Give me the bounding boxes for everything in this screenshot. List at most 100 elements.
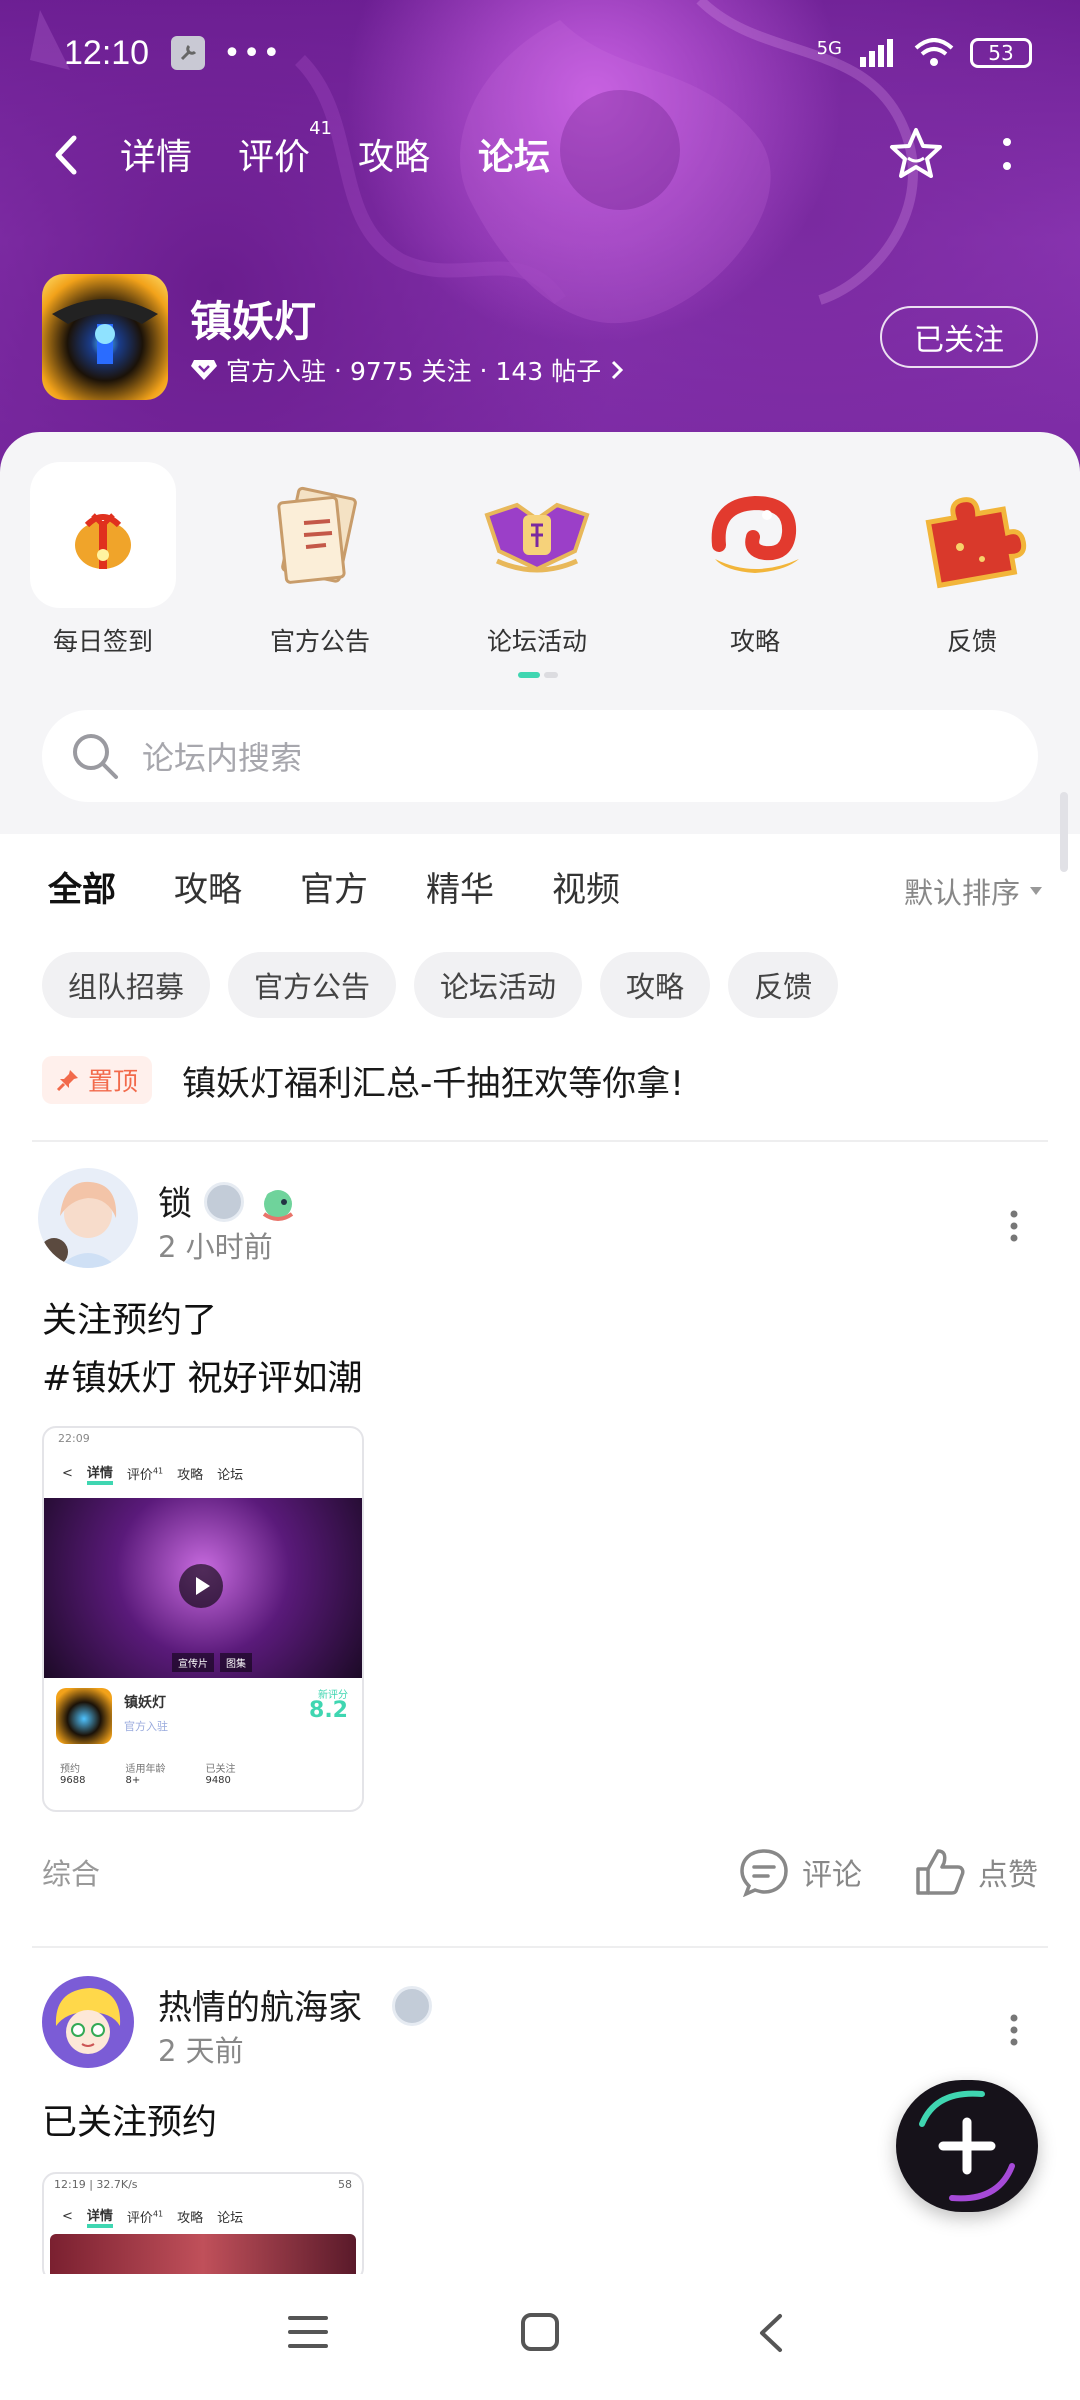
post-image[interactable]: 12:19 | 32.7K/s 58 < 详情 评价41 攻略 论坛: [42, 2172, 364, 2282]
tab-guides[interactable]: 攻略: [358, 128, 430, 180]
category-featured[interactable]: 精华: [426, 862, 494, 911]
thumb-overlay-label: 宣传片: [172, 1653, 214, 1672]
back-icon[interactable]: [46, 130, 86, 180]
post-time: 2 天前: [158, 2034, 244, 2068]
scroll-icon: [247, 462, 393, 608]
thumb-overlay-label: 图集: [220, 1653, 252, 1672]
post-more-icon[interactable]: [1006, 1206, 1022, 1246]
thumb-back-icon: <: [62, 2208, 73, 2224]
post-count: 143 帖子: [495, 357, 602, 386]
tab-details[interactable]: 详情: [120, 128, 192, 180]
chip-guides[interactable]: 攻略: [600, 952, 711, 1018]
signal-icon: [860, 39, 893, 67]
status-time: 12:10: [64, 33, 150, 72]
forum-quick-panel: 每日签到 官方公告 论坛活动 攻略 反馈 论坛内搜索: [0, 432, 1080, 834]
tab-reviews-label: 评价: [238, 137, 311, 178]
game-meta[interactable]: 官方入驻 · 9775 关注 · 143 帖子: [190, 352, 625, 388]
user-level-badge-icon: [204, 1182, 244, 1222]
quick-entry-forum-events[interactable]: 论坛活动: [462, 462, 612, 658]
lucky-bag-icon: [30, 462, 176, 608]
more-options-icon[interactable]: [992, 126, 1022, 182]
caret-down-icon: [1030, 887, 1042, 895]
new-post-button[interactable]: [896, 2080, 1038, 2212]
quick-entry-daily-checkin[interactable]: 每日签到: [28, 462, 178, 658]
back-nav-icon[interactable]: [756, 2312, 786, 2354]
category-video[interactable]: 视频: [552, 862, 620, 911]
official-label: 官方入驻: [226, 357, 327, 386]
avatar[interactable]: [38, 1168, 138, 1268]
thumb-battery: 58: [338, 2178, 352, 2191]
menu-icon[interactable]: [288, 2314, 328, 2350]
tab-reviews[interactable]: 评价 41: [238, 118, 332, 180]
like-label: 点赞: [978, 1858, 1038, 1893]
game-title: 镇妖灯: [190, 297, 317, 346]
user-level-badge-icon: [392, 1986, 432, 2026]
puzzle-icon: [899, 462, 1045, 608]
pin-icon: [56, 1070, 78, 1092]
thumb-nav: < 详情 评价41 攻略 论坛: [44, 1448, 362, 1498]
username[interactable]: 热情的航海家: [158, 1980, 362, 2029]
sort-label: 默认排序: [903, 876, 1020, 910]
chip-forum-events[interactable]: 论坛活动: [414, 952, 583, 1018]
thumb-tab-label: 评价: [126, 2210, 153, 2226]
meta-separator: ·: [479, 355, 488, 385]
sort-dropdown[interactable]: 默认排序: [904, 870, 1044, 912]
quick-entry-label: 每日签到: [52, 627, 153, 656]
post-line: 关注预约了: [42, 1301, 218, 1341]
category-official[interactable]: 官方: [300, 862, 368, 911]
follow-button[interactable]: 已关注: [880, 306, 1038, 368]
thumb-stat-key: 已关注: [205, 1764, 236, 1775]
pinned-post[interactable]: 置顶 镇妖灯福利汇总-千抽狂欢等你拿!: [42, 1052, 1038, 1108]
divider: [32, 1946, 1048, 1948]
thumb-stat-value: 9688: [60, 1775, 86, 1786]
quick-entry-feedback[interactable]: 反馈: [897, 462, 1047, 658]
play-icon: [179, 1564, 223, 1608]
like-button[interactable]: 点赞: [914, 1847, 1038, 1897]
tab-forum[interactable]: 论坛: [478, 128, 551, 184]
crest-icon: [464, 462, 610, 608]
game-header: 12:10 ••• 5G 53 详情 评价 41 攻略 论坛 镇妖灯 官方入驻 …: [0, 0, 1080, 480]
pinned-title: 镇妖灯福利汇总-千抽狂欢等你拿!: [182, 1063, 684, 1104]
thumb-tab-badge: 41: [152, 1466, 164, 1476]
quick-entry-announcements[interactable]: 官方公告: [245, 462, 395, 658]
post-image[interactable]: 22:09 < 详情 评价41 攻略 论坛 宣传片 图集 镇妖灯 官方入驻 新评…: [42, 1426, 364, 1812]
star-favorite-icon[interactable]: [888, 126, 944, 182]
top-nav: 详情 评价 41 攻略 论坛: [0, 118, 1080, 190]
category-guides[interactable]: 攻略: [174, 862, 242, 911]
thumb-game-title: 镇妖灯: [124, 1695, 166, 1711]
forum-search-bar[interactable]: 论坛内搜索: [42, 710, 1038, 802]
thumb-tab: 详情: [86, 2205, 113, 2228]
comment-button[interactable]: 评论: [738, 1847, 862, 1897]
game-app-icon: [42, 274, 168, 400]
post-card[interactable]: 锁 2 小时前 关注预约了 #镇妖灯 祝好评如潮 22:09 < 详情 评价41…: [0, 1168, 1080, 1908]
divider: [32, 1140, 1048, 1142]
thumb-video: 宣传片 图集: [44, 1498, 362, 1678]
chip-feedback[interactable]: 反馈: [728, 952, 839, 1018]
scrollbar[interactable]: [1060, 792, 1068, 872]
thumbs-up-icon: [916, 1849, 965, 1895]
thumb-official: 官方入驻: [124, 1720, 168, 1733]
thumb-stat-key: 预约: [60, 1764, 80, 1775]
category-tabs: 全部 攻略 官方 精华 视频 默认排序: [0, 862, 1080, 922]
thumb-tab: 论坛: [217, 2210, 244, 2226]
meta-separator: ·: [334, 355, 342, 385]
thumb-back-icon: <: [62, 1465, 73, 1481]
post-tag[interactable]: 综合: [42, 1851, 100, 1893]
username[interactable]: 锁: [158, 1176, 192, 1225]
thumb-video-labels: 宣传片 图集: [172, 1653, 252, 1672]
chip-announcements[interactable]: 官方公告: [228, 952, 397, 1018]
quick-entry-label: 反馈: [946, 627, 997, 656]
thumb-tab: 评价41: [127, 1464, 164, 1482]
category-all[interactable]: 全部: [48, 862, 116, 911]
post-more-icon[interactable]: [1006, 2010, 1022, 2050]
search-icon: [73, 734, 118, 779]
avatar[interactable]: [42, 1976, 134, 2068]
quick-entry-guides[interactable]: 攻略: [680, 462, 830, 658]
thumb-stat-value: 8+: [125, 1775, 141, 1786]
thumb-tab: 论坛: [217, 1467, 244, 1483]
battery-icon: 53: [970, 38, 1032, 68]
home-icon[interactable]: [520, 2312, 560, 2352]
chip-team-recruit[interactable]: 组队招募: [42, 952, 211, 1018]
thumb-tab: 详情: [86, 1462, 113, 1485]
tag-chips: 组队招募 官方公告 论坛活动 攻略 反馈: [42, 952, 839, 1018]
